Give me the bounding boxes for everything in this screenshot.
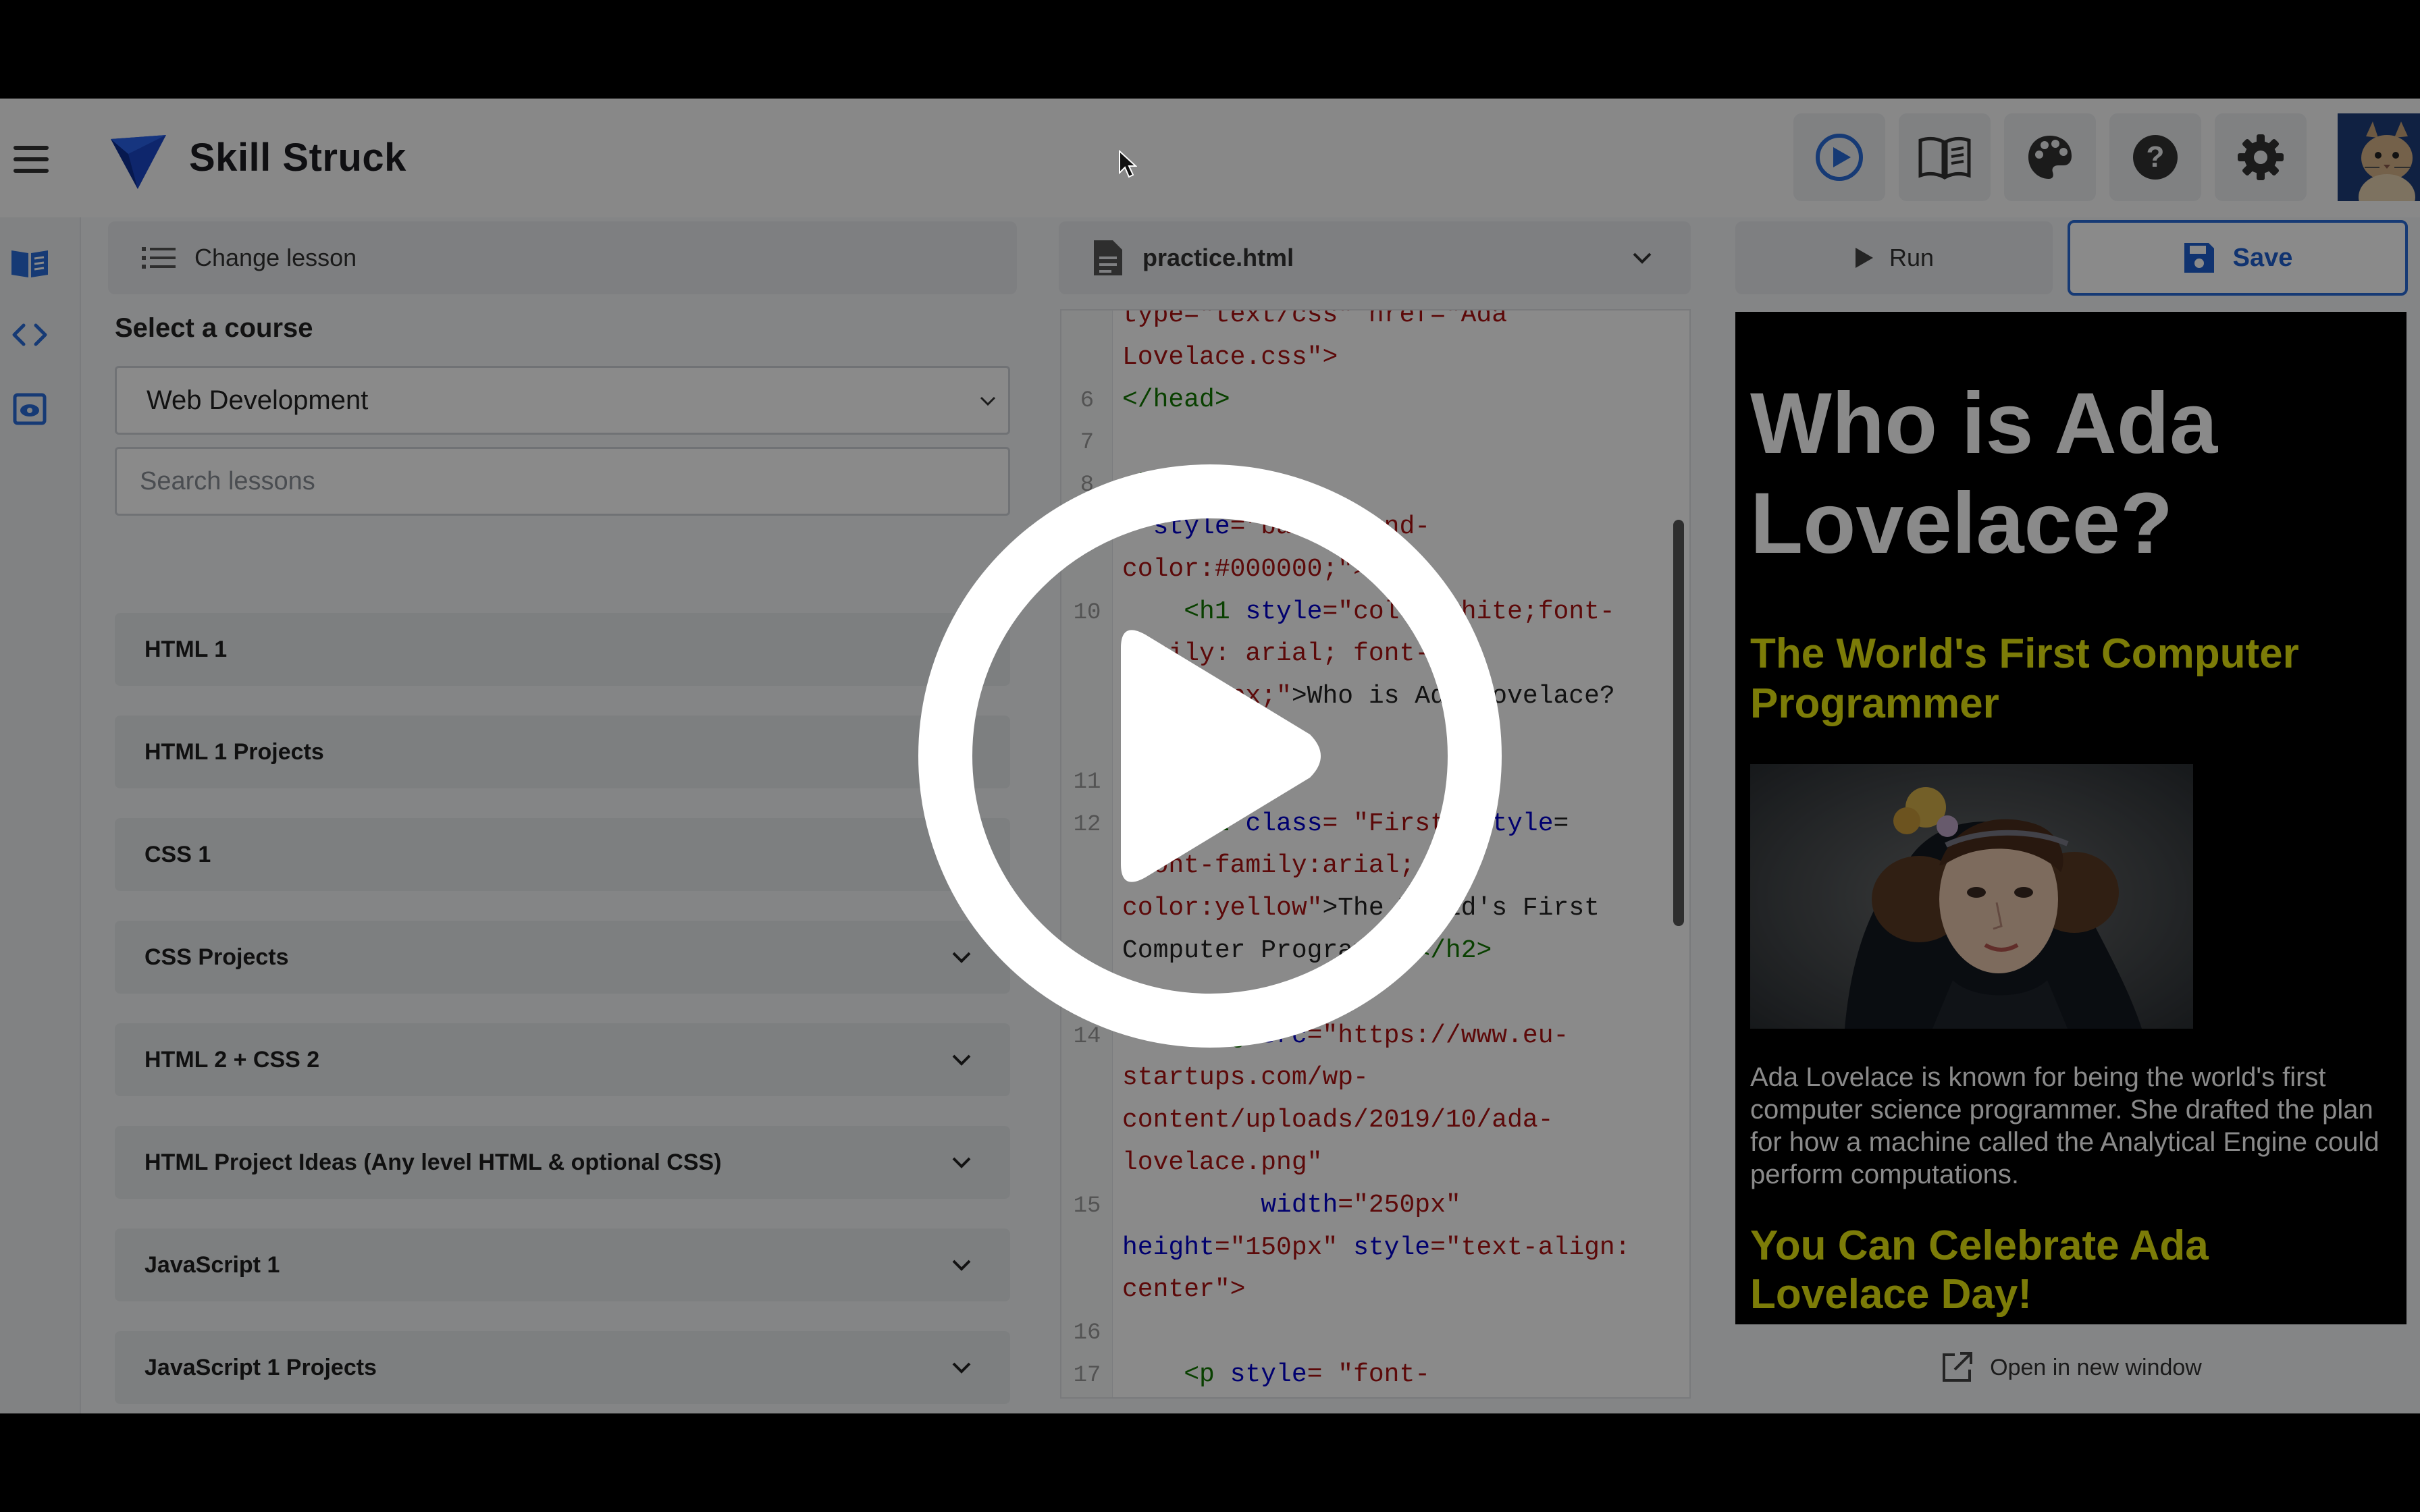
letterbox-top bbox=[0, 0, 2420, 99]
letterbox-bottom bbox=[0, 1413, 2420, 1512]
big-play-icon[interactable] bbox=[918, 464, 1502, 1048]
mouse-cursor-icon bbox=[1119, 150, 1137, 178]
